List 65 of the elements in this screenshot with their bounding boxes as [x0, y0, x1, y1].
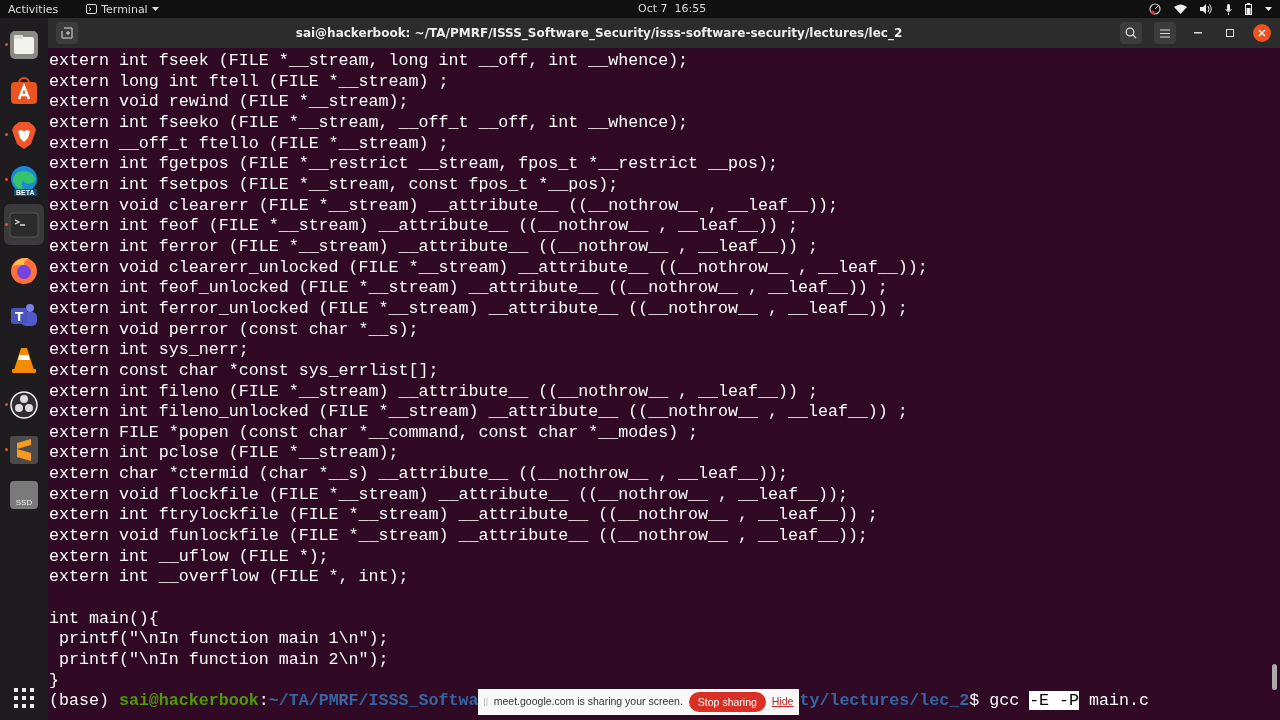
caret-icon[interactable] [151, 7, 159, 11]
code-line: extern int fileno_unlocked (FILE *__stream) __attribute__ ((__nothrow__ , __leaf__)) ; [49, 402, 908, 423]
code-line: extern int feof (FILE *__stream) __attribute__ ((__nothrow__ , __leaf__)) ; [49, 216, 798, 237]
app-menu[interactable]: Terminal [101, 2, 148, 16]
search-icon [1125, 27, 1137, 39]
code-line: extern void perror (const char *__s); [49, 319, 419, 341]
minimize-icon [1194, 32, 1202, 34]
share-message: meet.google.com is sharing your screen. [493, 694, 683, 710]
code-line: extern __off_t ftello (FILE *__stream) ; [49, 133, 449, 155]
wifi-icon[interactable] [1174, 4, 1187, 14]
folder-icon [9, 29, 39, 60]
code-line: extern int fgetpos (FILE *__restrict __stream, fpos_t *__restrict __pos); [49, 154, 778, 175]
code-line: extern void flockfile (FILE *__stream) __attribute__ ((__nothrow__ , __leaf__)); [49, 484, 848, 506]
grip-icon[interactable] [484, 696, 488, 707]
new-tab-icon [61, 27, 73, 39]
code-line: int main(){ [49, 608, 159, 630]
new-tab-button[interactable] [56, 22, 78, 44]
prompt-line: (base) sai@hackerbook:~/TA/PMRF/ISSS_Softwa [49, 691, 479, 712]
code-line: extern void funlockfile (FILE *__stream) __attribute__ ((__nothrow__ , __leaf__)); [49, 526, 868, 547]
code-line: extern void rewind (FILE *__stream); [49, 92, 409, 113]
scrollbar-thumb[interactable] [1272, 664, 1277, 690]
code-line: extern FILE *popen (const char *__command, const char *__modes) ; [49, 422, 699, 444]
window-title: sai@hackerbook: ~/TA/PMRF/ISSS_Software_Security/isss-software-security/lectures/lec_2 [294, 26, 904, 40]
code-line: extern int ftrylockfile (FILE *__stream) __attribute__ ((__nothrow__ , __leaf__)) ; [49, 505, 878, 527]
drive-icon: SSD [10, 480, 38, 509]
code-line: extern int ferror_unlocked (FILE *__stream) __attribute__ ((__nothrow__ , __leaf__)) ; [49, 298, 908, 320]
code-line: extern int fseeko (FILE *__stream, __off_t __off, int __whence); [49, 112, 689, 134]
microphone-icon[interactable] [1225, 3, 1232, 15]
close-button[interactable] [1252, 23, 1272, 43]
shopping-bag-icon [9, 74, 39, 105]
code-line: extern int __uflow (FILE *); [49, 546, 329, 568]
caret-icon[interactable] [1265, 7, 1272, 11]
maximize-icon [1226, 29, 1234, 37]
code-line: extern void clearerr (FILE *__stream) __attribute__ ((__nothrow__ , __leaf__)); [49, 195, 838, 217]
menu-button[interactable] [1154, 22, 1176, 44]
code-line: extern void clearerr_unlocked (FILE *__stream) __attribute__ ((__nothrow__ , __leaf__)); [49, 257, 928, 279]
code-line: extern int sys_nerr; [49, 340, 249, 361]
battery-icon[interactable] [1245, 3, 1252, 15]
activities-button[interactable]: Activities [8, 2, 59, 16]
stop-sharing-button[interactable]: Stop sharing [688, 691, 766, 712]
code-line: extern int feof_unlocked (FILE *__stream) __attribute__ ((__nothrow__ , __leaf__)) ; [49, 278, 888, 299]
code-line: extern long int ftell (FILE *__stream) ; [49, 71, 449, 93]
code-line: extern int ferror (FILE *__stream) __attribute__ ((__nothrow__ , __leaf__)) ; [49, 236, 818, 258]
code-line: extern int pclose (FILE *__stream); [49, 443, 399, 465]
code-line: extern int __overflow (FILE *, int); [49, 567, 409, 589]
menu-icon [1160, 28, 1170, 38]
clock[interactable]: Oct 7 16:55 [638, 2, 707, 15]
search-button[interactable] [1120, 22, 1142, 44]
volume-icon[interactable] [1200, 4, 1212, 14]
code-line: extern int fseek (FILE *__stream, long int __off, int __whence); [49, 51, 689, 72]
command-line: ty/lectures/lec_2$ gcc -E -P main.c [799, 691, 1149, 712]
code-line: extern int fileno (FILE *__stream) __attribute__ ((__nothrow__ , __leaf__)) ; [49, 381, 818, 403]
code-line: printf("\nIn function main 1\n"); [58, 629, 389, 650]
hide-link[interactable]: Hide [771, 691, 794, 712]
terminal-icon [9, 211, 39, 238]
code-line: } [49, 670, 59, 692]
indicator-icon[interactable] [1149, 3, 1161, 15]
dock-item[interactable]: SSD [4, 474, 44, 515]
code-line: extern int fsetpos (FILE *__stream, const fpos_t *__pos); [49, 174, 619, 196]
code-line: extern char *ctermid (char *__s) __attribute__ ((__nothrow__ , __leaf__)); [49, 464, 788, 485]
code-line: printf("\nIn function main 2\n"); [58, 650, 389, 671]
terminal-icon [86, 4, 98, 14]
apps-grid-icon[interactable] [14, 688, 34, 708]
code-line: extern const char *const sys_errlist[]; [49, 360, 439, 382]
close-icon [1253, 24, 1271, 42]
